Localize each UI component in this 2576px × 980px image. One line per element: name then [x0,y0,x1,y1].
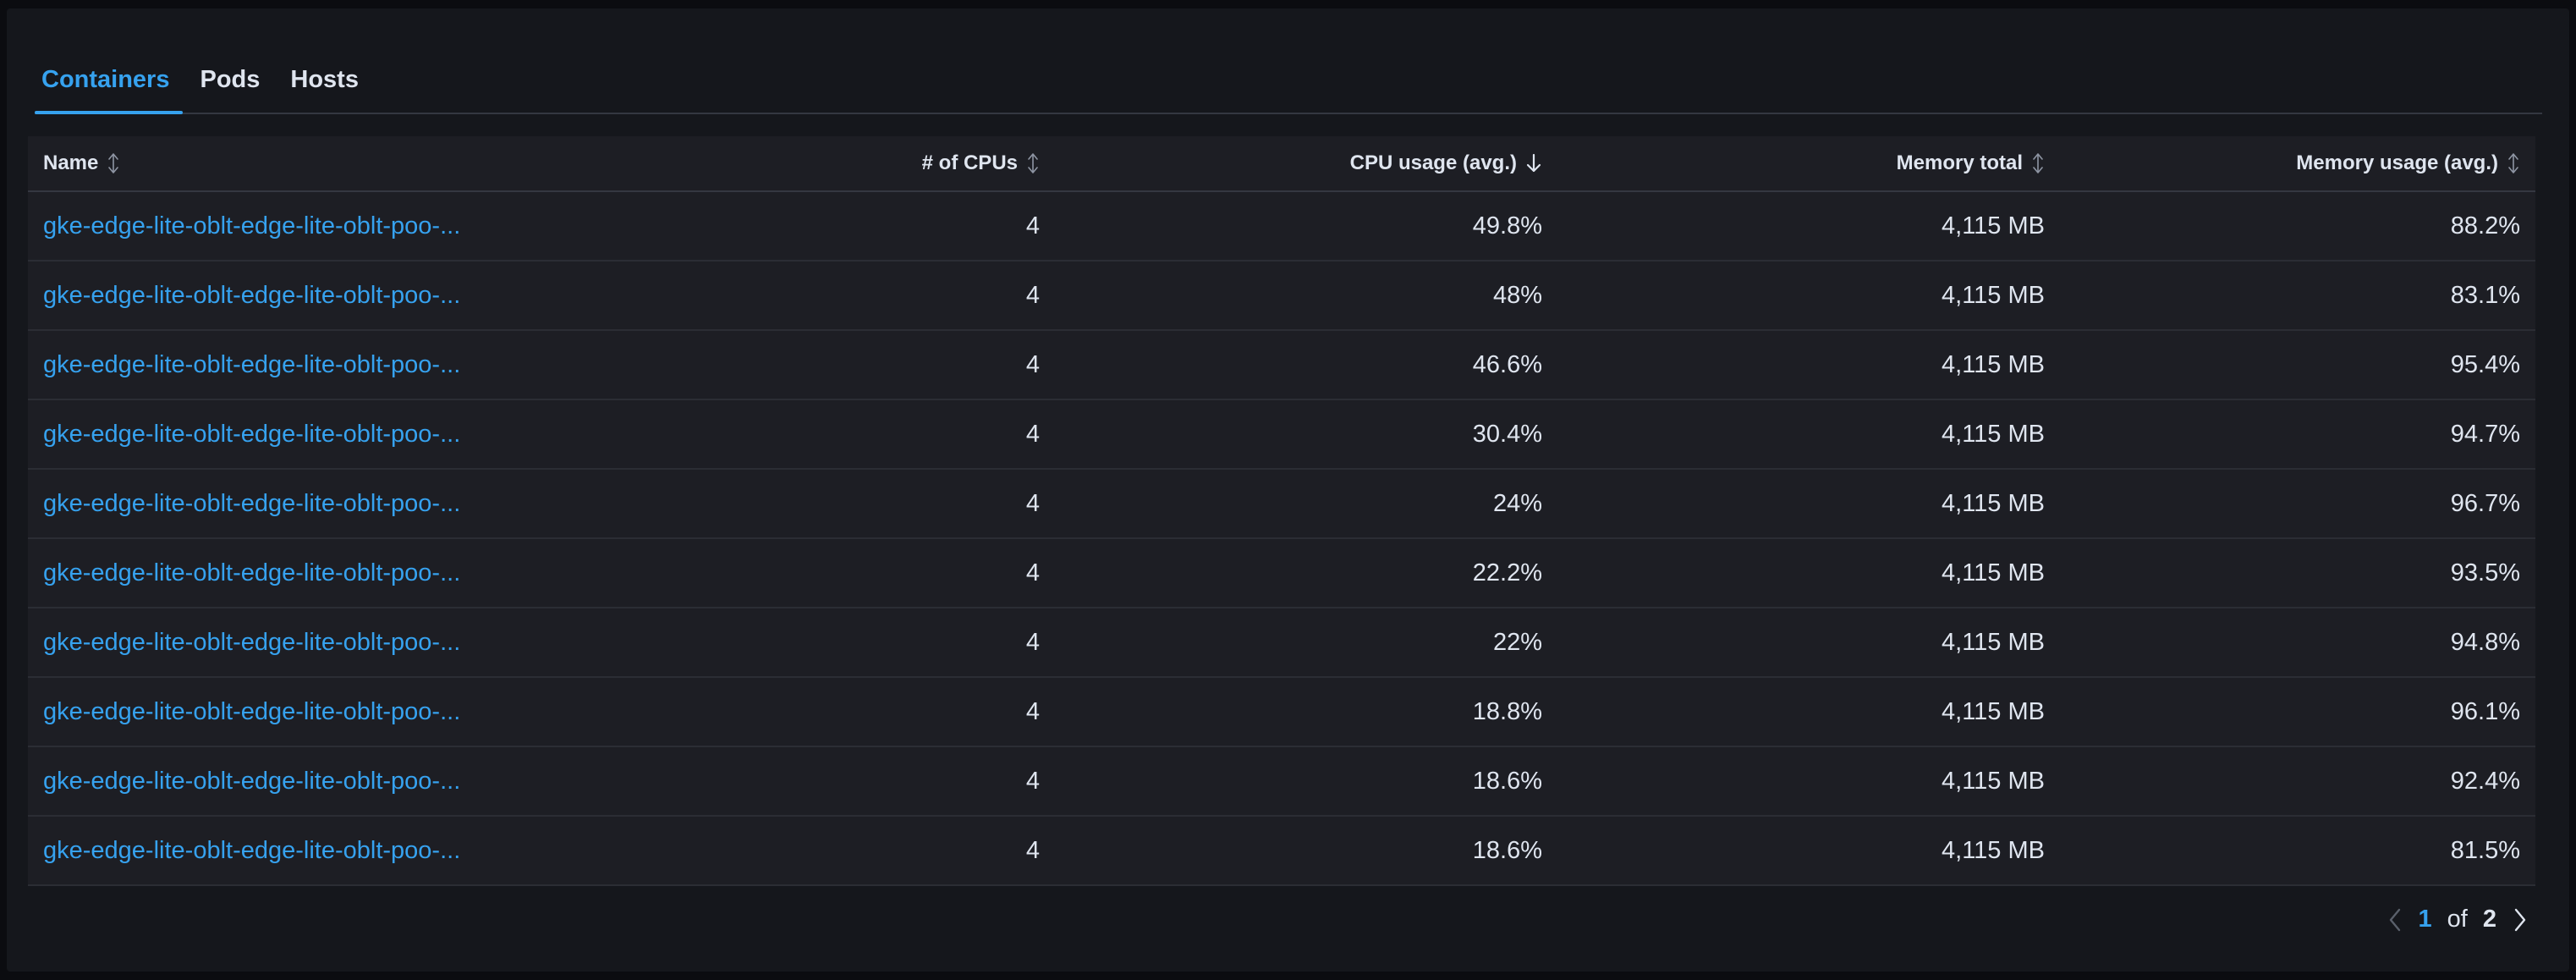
table-row: gke-edge-lite-oblt-edge-lite-oblt-poo-..… [28,747,2535,817]
table-row: gke-edge-lite-oblt-edge-lite-oblt-poo-..… [28,331,2535,400]
tab-pods[interactable]: Pods [186,49,273,113]
chevron-right-icon[interactable] [2512,907,2529,933]
current-page[interactable]: 1 [2419,906,2432,933]
cpus-cell: 4 [1025,420,1040,448]
memory-usage-cell: 81.5% [2450,836,2520,864]
tab-bar: Containers Pods Hosts [35,49,2542,114]
cpu-usage-cell: 48% [1492,281,1542,309]
arrow-down-icon [1525,153,1542,173]
cpu-usage-cell: 18.6% [1472,836,1542,864]
cpus-cell: 4 [1025,212,1040,239]
cpu-usage-cell: 22.2% [1472,559,1542,586]
memory-usage-cell: 93.5% [2450,559,2520,586]
memory-total-cell: 4,115 MB [1942,559,2045,586]
cpu-usage-cell: 46.6% [1472,350,1542,378]
memory-usage-cell: 95.4% [2450,350,2520,378]
container-name-link[interactable]: gke-edge-lite-oblt-edge-lite-oblt-poo-..… [28,212,542,240]
container-name-link[interactable]: gke-edge-lite-oblt-edge-lite-oblt-poo-..… [28,559,542,587]
cpus-cell: 4 [1025,489,1040,517]
table-header: Name # of CPUs CPU usage (avg.) Memory t… [28,136,2535,192]
column-header-name[interactable]: Name [28,151,542,175]
table-row: gke-edge-lite-oblt-edge-lite-oblt-poo-..… [28,678,2535,747]
container-name-link[interactable]: gke-edge-lite-oblt-edge-lite-oblt-poo-..… [28,837,542,865]
table-row: gke-edge-lite-oblt-edge-lite-oblt-poo-..… [28,608,2535,678]
memory-usage-cell: 94.8% [2450,628,2520,656]
cpus-cell: 4 [1025,836,1040,864]
page-of-label: of [2447,906,2468,933]
cpus-cell: 4 [1025,767,1040,795]
cpus-cell: 4 [1025,697,1040,725]
column-header-label: Memory total [1896,151,2023,174]
pagination: 1 of 2 [2387,906,2529,933]
memory-total-cell: 4,115 MB [1942,767,2045,795]
total-pages[interactable]: 2 [2483,906,2496,933]
memory-total-cell: 4,115 MB [1942,420,2045,448]
memory-usage-cell: 83.1% [2450,281,2520,309]
container-name-link[interactable]: gke-edge-lite-oblt-edge-lite-oblt-poo-..… [28,282,542,310]
column-header-memory-total[interactable]: Memory total [1557,151,2060,175]
memory-total-cell: 4,115 MB [1942,281,2045,309]
sort-icon [107,152,120,174]
column-header-cpus[interactable]: # of CPUs [542,151,1055,175]
container-name-link[interactable]: gke-edge-lite-oblt-edge-lite-oblt-poo-..… [28,421,542,449]
memory-total-cell: 4,115 MB [1942,350,2045,378]
tab-containers[interactable]: Containers [35,49,184,114]
container-name-link[interactable]: gke-edge-lite-oblt-edge-lite-oblt-poo-..… [28,698,542,726]
cpu-usage-cell: 22% [1492,628,1542,656]
memory-total-cell: 4,115 MB [1942,489,2045,517]
container-name-link[interactable]: gke-edge-lite-oblt-edge-lite-oblt-poo-..… [28,629,542,657]
chevron-left-icon[interactable] [2387,907,2403,933]
column-header-label: Name [43,151,99,174]
cpu-usage-cell: 24% [1492,489,1542,517]
sort-icon [2031,152,2045,174]
cpus-cell: 4 [1025,281,1040,309]
memory-total-cell: 4,115 MB [1942,697,2045,725]
table-row: gke-edge-lite-oblt-edge-lite-oblt-poo-..… [28,262,2535,331]
column-header-label: # of CPUs [921,151,1018,174]
sort-icon [1026,152,1040,174]
column-header-memory-usage[interactable]: Memory usage (avg.) [2060,151,2535,175]
memory-usage-cell: 96.1% [2450,697,2520,725]
container-name-link[interactable]: gke-edge-lite-oblt-edge-lite-oblt-poo-..… [28,490,542,518]
cpu-usage-cell: 49.8% [1472,212,1542,239]
column-header-label: Memory usage (avg.) [2296,151,2498,174]
container-name-link[interactable]: gke-edge-lite-oblt-edge-lite-oblt-poo-..… [28,768,542,796]
cpu-usage-cell: 18.6% [1472,767,1542,795]
column-header-cpu-usage[interactable]: CPU usage (avg.) [1055,151,1557,175]
memory-usage-cell: 88.2% [2450,212,2520,239]
cpus-cell: 4 [1025,628,1040,656]
table-row: gke-edge-lite-oblt-edge-lite-oblt-poo-..… [28,817,2535,886]
table-row: gke-edge-lite-oblt-edge-lite-oblt-poo-..… [28,192,2535,262]
cpu-usage-cell: 18.8% [1472,697,1542,725]
memory-total-cell: 4,115 MB [1942,836,2045,864]
cpus-cell: 4 [1025,559,1040,586]
memory-usage-cell: 94.7% [2450,420,2520,448]
table-row: gke-edge-lite-oblt-edge-lite-oblt-poo-..… [28,470,2535,539]
memory-usage-cell: 92.4% [2450,767,2520,795]
memory-total-cell: 4,115 MB [1942,212,2045,239]
table-row: gke-edge-lite-oblt-edge-lite-oblt-poo-..… [28,400,2535,470]
cpus-cell: 4 [1025,350,1040,378]
memory-usage-cell: 96.7% [2450,489,2520,517]
memory-total-cell: 4,115 MB [1942,628,2045,656]
container-name-link[interactable]: gke-edge-lite-oblt-edge-lite-oblt-poo-..… [28,351,542,379]
containers-table: Name # of CPUs CPU usage (avg.) Memory t… [28,136,2535,886]
sort-icon [2507,152,2520,174]
cpu-usage-cell: 30.4% [1472,420,1542,448]
column-header-label: CPU usage (avg.) [1349,151,1517,174]
tab-hosts[interactable]: Hosts [277,49,372,113]
table-row: gke-edge-lite-oblt-edge-lite-oblt-poo-..… [28,539,2535,608]
